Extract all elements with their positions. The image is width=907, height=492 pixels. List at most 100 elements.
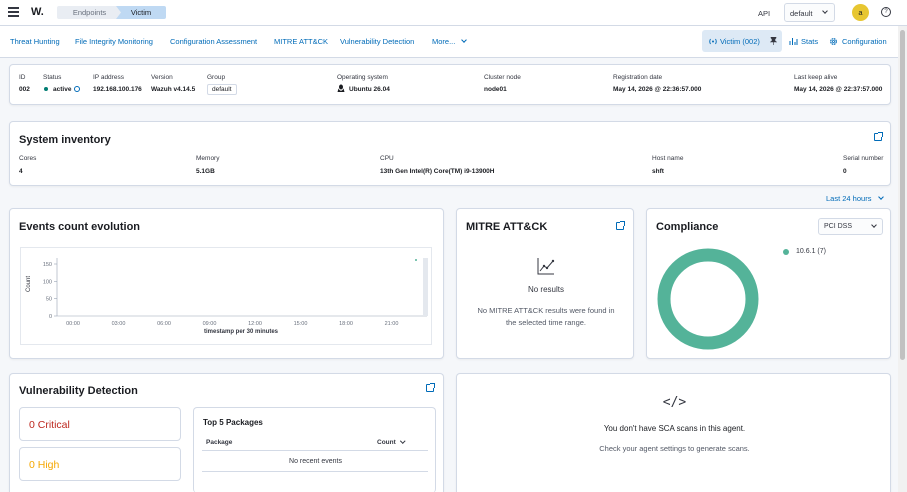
data-point: [415, 259, 417, 261]
api-select[interactable]: default: [784, 3, 835, 22]
chevron-down-icon: [400, 438, 406, 444]
chevron-down-icon: [871, 222, 877, 228]
label-id: ID: [19, 74, 26, 81]
inventory-cpu: 13th Gen Intel(R) Core(TM) i9-13900H: [380, 168, 495, 175]
agent-version: Wazuh v4.14.5: [151, 86, 196, 93]
group-badge[interactable]: default: [207, 84, 237, 95]
help-icon[interactable]: ?: [881, 7, 891, 17]
compliance-card: Compliance PCI DSS 10.6.1 (7): [646, 208, 891, 359]
tab-more[interactable]: More...: [432, 37, 467, 46]
label-os: Operating system: [337, 74, 388, 81]
inventory-memory: 5.1GB: [196, 168, 215, 175]
label-registration-date: Registration date: [613, 74, 663, 81]
more-label: More...: [432, 37, 456, 46]
top-bar: W. Endpoints Victim API default a ?: [0, 0, 907, 26]
inventory-host-name: shft: [652, 168, 664, 175]
agent-registration-date: May 14, 2026 @ 22:36:57.000: [613, 86, 702, 93]
label-status: Status: [43, 74, 62, 81]
column-count-label: Count: [377, 439, 396, 446]
api-select-value: default: [790, 9, 813, 18]
top-packages-table: Top 5 Packages Package Count No recent e…: [193, 407, 436, 492]
x-tick-label: 09:00: [203, 321, 217, 327]
events-chart-frame: 0 50 100 150 00:00 03:00 06:00 09:00 12:00 15:00…: [20, 247, 432, 345]
agent-ip: 192.168.100.176: [93, 86, 142, 93]
compliance-title: Compliance: [656, 221, 719, 233]
chevron-down-icon: [822, 8, 828, 14]
x-axis-label: timestamp per 30 minutes: [204, 329, 279, 335]
label-serial-number: Serial number: [843, 155, 884, 162]
linux-icon: [337, 84, 345, 92]
agent-last-keep-alive: May 14, 2026 @ 22:37:57.000: [794, 86, 883, 93]
status-dot: [44, 87, 48, 91]
y-tick-label: 100: [43, 279, 52, 285]
page-scrollbar-thumb[interactable]: [900, 30, 905, 360]
mitre-card: MITRE ATT&CK No results No MITRE ATT&CK …: [456, 208, 634, 359]
table-empty-message: No recent events: [289, 458, 342, 465]
critical-count-card[interactable]: 0 Critical: [19, 407, 181, 441]
agent-os: Ubuntu 26.04: [349, 86, 390, 93]
app-logo[interactable]: W.: [31, 6, 44, 18]
inventory-cores: 4: [19, 168, 23, 175]
vuln-title: Vulnerability Detection: [19, 385, 138, 397]
sca-message: You don't have SCA scans in this agent.: [603, 424, 746, 433]
sca-card: </> You don't have SCA scans in this age…: [456, 373, 891, 492]
label-version: Version: [151, 74, 173, 81]
label-memory: Memory: [196, 155, 220, 162]
y-tick-label: 50: [46, 297, 52, 303]
column-package[interactable]: Package: [206, 439, 232, 446]
agent-info-card: ID Status IP address Version Group Opera…: [9, 64, 891, 105]
external-link-icon[interactable]: [616, 221, 625, 230]
tab-configuration-assessment[interactable]: Configuration Assessment: [170, 37, 257, 46]
breadcrumb-endpoints[interactable]: Endpoints: [57, 6, 122, 19]
agent-id: 002: [19, 86, 30, 93]
label-last-keep-alive: Last keep alive: [794, 74, 838, 81]
compliance-select[interactable]: PCI DSS: [818, 218, 883, 235]
label-cpu: CPU: [380, 155, 394, 162]
y-tick-label: 0: [49, 314, 52, 320]
configuration-link[interactable]: Configuration: [842, 37, 887, 46]
top-packages-title: Top 5 Packages: [203, 418, 263, 427]
menu-icon[interactable]: [8, 7, 19, 18]
compliance-legend-item[interactable]: 10.6.1 (7): [796, 248, 826, 255]
tab-vulnerability-detection[interactable]: Vulnerability Detection: [340, 37, 414, 46]
breadcrumb-victim: Victim: [116, 6, 166, 19]
chevron-down-icon: [878, 194, 884, 200]
high-count-card[interactable]: 0 High: [19, 447, 181, 481]
chevron-down-icon: [461, 37, 467, 43]
pin-icon[interactable]: [770, 37, 777, 45]
stats-link[interactable]: Stats: [801, 37, 818, 46]
events-count-card: Events count evolution 0 50 100 150 00:00 03…: [9, 208, 444, 359]
sca-hint: Check your agent settings to generate sc…: [599, 444, 750, 453]
mitre-message: No MITRE ATT&CK results were found in th…: [477, 306, 615, 327]
tab-file-integrity-monitoring[interactable]: File Integrity Monitoring: [75, 37, 153, 46]
vulnerability-card: Vulnerability Detection 0 Critical 0 Hig…: [9, 373, 444, 492]
x-tick-label: 12:00: [248, 321, 262, 327]
y-tick-label: 150: [43, 262, 52, 268]
inventory-title: System inventory: [19, 134, 111, 146]
tab-mitre-attack[interactable]: MITRE ATT&CK: [274, 37, 328, 46]
events-chart: 0 50 100 150 00:00 03:00 06:00 09:00 12:00 15:00…: [26, 258, 428, 335]
events-title: Events count evolution: [19, 221, 141, 233]
mitre-title: MITRE ATT&CK: [466, 221, 548, 233]
external-link-icon[interactable]: [426, 383, 435, 392]
info-icon[interactable]: [74, 86, 80, 92]
x-tick-label: 21:00: [385, 321, 399, 327]
agent-selector-button[interactable]: Victim (002): [702, 30, 782, 52]
gear-icon: [830, 38, 837, 45]
agent-cluster-node: node01: [484, 86, 507, 93]
chart-line-icon: [537, 258, 555, 275]
x-tick-label: 03:00: [112, 321, 126, 327]
column-count[interactable]: Count: [377, 438, 406, 446]
time-range-picker[interactable]: Last 24 hours: [826, 194, 884, 203]
tab-threat-hunting[interactable]: Threat Hunting: [10, 37, 60, 46]
legend-dot: [783, 249, 789, 255]
agent-selector-label: Victim (002): [720, 37, 760, 46]
external-link-icon[interactable]: [874, 132, 883, 141]
high-count: 0 High: [29, 459, 60, 471]
time-range-label: Last 24 hours: [826, 194, 872, 203]
y-axis-label: Count: [26, 276, 32, 292]
x-tick-label: 06:00: [157, 321, 171, 327]
avatar[interactable]: a: [852, 4, 869, 21]
compliance-donut: [657, 248, 759, 350]
label-host-name: Host name: [652, 155, 684, 162]
